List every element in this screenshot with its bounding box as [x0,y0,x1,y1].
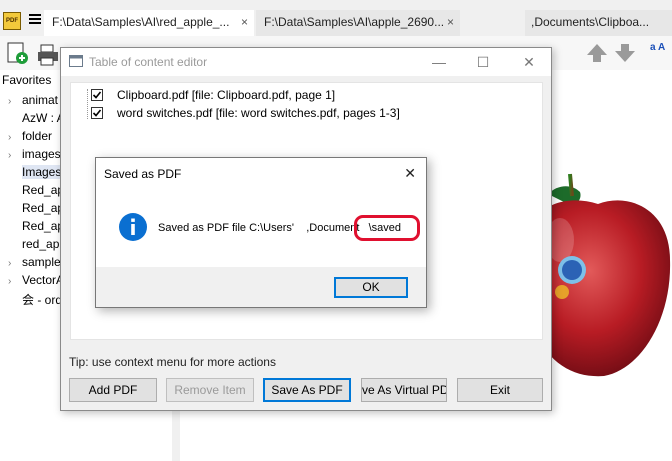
dialog-titlebar[interactable]: Saved as PDF ✕ [96,158,426,188]
tab-label: ,Documents\Clipboa... [531,15,650,29]
favorites-item[interactable]: Red_ap [8,183,64,201]
checkbox-checked-icon[interactable] [91,107,103,119]
printer-icon[interactable] [36,44,60,66]
window-app-icon [69,55,83,67]
favorites-item[interactable]: › folder [8,129,52,147]
saved-as-pdf-dialog: Saved as PDF ✕ Saved as PDF file C:\User… [95,157,427,308]
new-document-icon[interactable] [5,41,29,65]
menu-icon[interactable] [29,12,41,28]
toc-window-title: Table of content editor [89,55,208,69]
tab-apple-2690[interactable]: F:\Data\Samples\AI\apple_2690... × [256,10,460,36]
tip-text: Tip: use context menu for more actions [69,355,276,369]
arrow-up-icon[interactable] [586,42,608,64]
save-as-pdf-button[interactable]: Save As PDF [263,378,351,402]
favorites-item-selected[interactable]: Images [8,165,62,183]
save-as-virtual-pdf-button[interactable]: ve As Virtual PD [361,378,447,402]
text-size-button[interactable]: a A [650,42,665,53]
arrow-down-icon[interactable] [614,42,636,64]
app-logo-icon[interactable]: PDF [3,12,21,30]
toc-item-label: Clipboard.pdf [file: Clipboard.pdf, page… [117,88,336,102]
close-button[interactable]: ✕ [507,48,551,76]
ok-button[interactable]: OK [334,277,408,298]
checkbox-checked-icon[interactable] [91,89,103,101]
message-prefix: Saved as PDF file C:\Users' [158,222,294,234]
tree-connector [87,89,88,119]
tab-close-icon[interactable]: × [241,15,248,29]
tab-close-icon[interactable]: × [447,15,454,29]
maximize-button[interactable]: ☐ [461,48,505,76]
favorites-title: Favorites [2,73,52,87]
toc-item-label: word switches.pdf [file: word switches.p… [117,106,400,120]
tab-label: F:\Data\Samples\AI\red_apple_... [52,15,230,29]
message-documents: ,Document [306,222,360,234]
toc-item-word-switches[interactable]: word switches.pdf [file: word switches.p… [91,106,400,122]
favorites-item[interactable]: › images [8,147,61,165]
dialog-title: Saved as PDF [104,167,182,181]
dialog-body: Saved as PDF file C:\Users' ,Document \s… [96,188,426,267]
add-pdf-button[interactable]: Add PDF [69,378,157,402]
dialog-close-button[interactable]: ✕ [404,165,416,182]
favorites-item[interactable]: › sample [8,255,61,273]
chevron-right-icon[interactable]: › [8,96,22,107]
red-highlight-annotation [354,215,420,241]
favorites-item[interactable]: 会 - ord [8,291,62,309]
tab-red-apple[interactable]: F:\Data\Samples\AI\red_apple_... × [44,10,254,36]
chevron-right-icon[interactable]: › [8,258,22,269]
favorites-item[interactable]: Red_ap [8,201,64,219]
chevron-right-icon[interactable]: › [8,132,22,143]
toc-item-clipboard[interactable]: Clipboard.pdf [file: Clipboard.pdf, page… [91,88,335,104]
remove-item-button[interactable]: Remove Item [166,378,254,402]
tab-bar: PDF F:\Data\Samples\AI\red_apple_... × F… [0,0,672,36]
favorites-panel: Favorites › animat AzW : A › folder › image… [0,70,65,461]
chevron-right-icon[interactable]: › [8,276,22,287]
tab-clipboard[interactable]: ,Documents\Clipboa... [525,10,672,36]
favorites-item[interactable]: AzW : A [8,111,65,129]
toc-titlebar[interactable]: Table of content editor — ☐ ✕ [61,48,551,76]
favorites-item[interactable]: red_ap [8,237,59,255]
favorites-item[interactable]: › VectorA [8,273,64,291]
minimize-button[interactable]: — [417,48,461,76]
exit-button[interactable]: Exit [457,378,543,402]
favorites-item[interactable]: Red_ap [8,219,64,237]
tab-label: F:\Data\Samples\AI\apple_2690... [264,15,445,29]
scrollbar[interactable] [172,410,180,461]
chevron-right-icon[interactable]: › [8,150,22,161]
info-icon [119,213,147,241]
favorites-item[interactable]: › animat [8,93,58,111]
